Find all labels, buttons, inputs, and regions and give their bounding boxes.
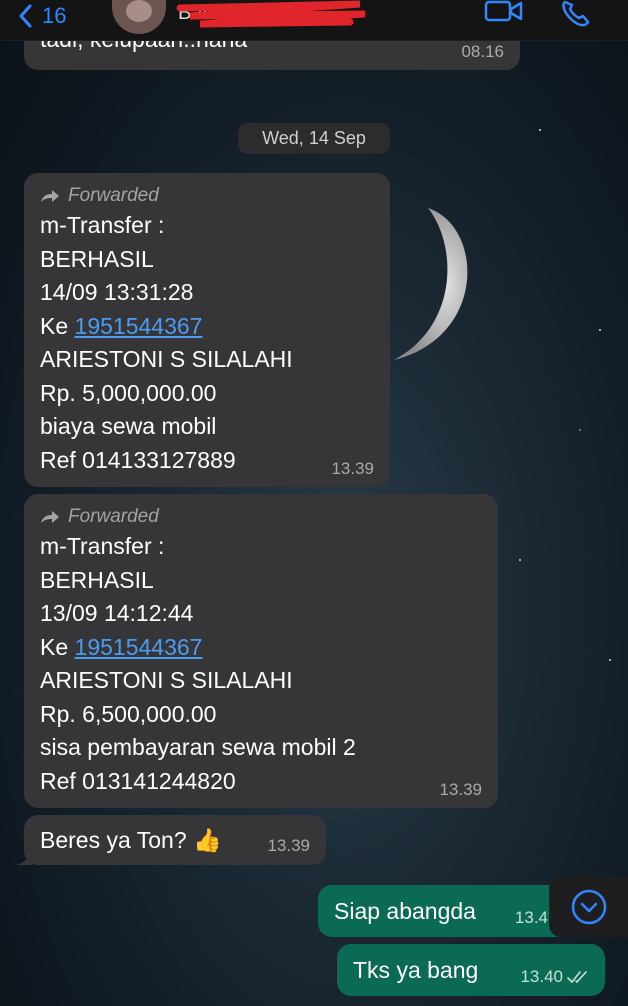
message-time: 13.4	[514, 908, 548, 927]
message-text: Beres ya Ton?	[40, 827, 187, 853]
scroll-down-icon	[571, 889, 606, 925]
chevron-left-icon	[19, 4, 32, 28]
read-checks-icon	[567, 971, 587, 983]
bubble-tail	[16, 851, 32, 865]
message-line: m-Transfer :	[40, 212, 165, 238]
avatar[interactable]	[112, 0, 166, 34]
account-number-link[interactable]: 1951544367	[75, 634, 203, 660]
forwarded-label: Forwarded	[40, 504, 482, 530]
video-call-icon[interactable]	[484, 0, 524, 28]
redaction-scribble	[176, 0, 366, 28]
message-line: BERHASIL	[40, 566, 154, 593]
phone-icon[interactable]	[560, 0, 594, 28]
forwarded-label: Forwarded	[40, 183, 374, 209]
message-line: Rp. 5,000,000.00	[40, 379, 217, 406]
message-time: 13.39	[331, 459, 374, 478]
date-separator: Wed, 14 Sep	[238, 123, 390, 154]
message-line: 13/09 14:12:44	[40, 600, 194, 626]
scroll-to-bottom-button[interactable]	[549, 877, 628, 937]
account-number-link[interactable]: 1951544367	[75, 313, 203, 339]
message-line: 14/09 13:31:28	[40, 279, 194, 305]
forward-arrow-icon	[41, 190, 59, 202]
message-line: BERHASIL	[40, 245, 154, 272]
forward-arrow-icon	[41, 511, 59, 523]
message-line: Ke 1951544367	[40, 633, 203, 660]
message-line: m-Transfer :	[40, 533, 165, 559]
message-bubble-outgoing[interactable]: Siap abangda 13.4	[318, 885, 570, 937]
message-line: Ref 013141244820	[40, 767, 236, 794]
unread-count: 16	[42, 3, 67, 28]
message-bubble-incoming[interactable]: Forwarded m-Transfer : BERHASIL 14/09 13…	[24, 173, 390, 487]
message-text: Siap abangda	[334, 898, 476, 924]
message-line: biaya sewa mobil	[40, 413, 217, 439]
back-button[interactable]: 16	[18, 0, 66, 32]
message-text: Tks ya bang	[353, 957, 479, 983]
message-line: Ke 1951544367	[40, 312, 203, 339]
message-time: 13.39	[267, 836, 310, 855]
message-line: sisa pembayaran sewa mobil 2	[40, 734, 356, 760]
message-line: ARIESTONI S SILALAHI	[40, 346, 293, 372]
message-time: 08.16	[461, 42, 504, 61]
message-bubble-incoming[interactable]: Beres ya Ton? 👍 13.39	[16, 815, 326, 865]
message-line: Ref 014133127889	[40, 446, 236, 473]
message-line: Rp. 6,500,000.00	[40, 700, 217, 727]
crescent-moon-image	[394, 208, 468, 360]
message-bubble-incoming[interactable]: Forwarded m-Transfer : BERHASIL 13/09 14…	[24, 494, 498, 808]
chat-header: 16 Bang	[0, 0, 628, 41]
message-time: 13.39	[439, 780, 482, 799]
thumbs-up-emoji: 👍	[193, 827, 222, 853]
message-time: 13.40	[520, 967, 563, 986]
message-line: ARIESTONI S SILALAHI	[40, 667, 293, 693]
message-bubble-outgoing[interactable]: Tks ya bang 13.40	[337, 944, 605, 996]
